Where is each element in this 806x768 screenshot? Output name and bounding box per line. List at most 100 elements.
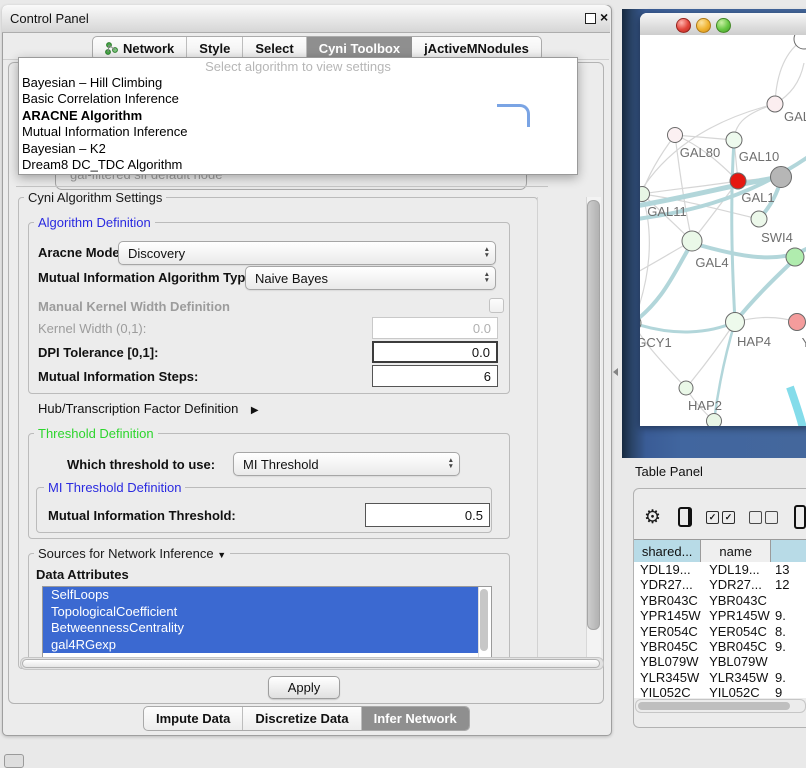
network-node[interactable] bbox=[707, 414, 722, 427]
deselect-all-columns-button[interactable] bbox=[749, 511, 778, 524]
column-header-shared-name[interactable]: shared... bbox=[634, 540, 701, 563]
table-horizontal-scrollbar[interactable] bbox=[635, 699, 806, 713]
which-threshold-combobox[interactable]: MI Threshold ▲▼ bbox=[233, 452, 460, 476]
docked-panel-icon[interactable] bbox=[4, 754, 24, 768]
network-node[interactable] bbox=[679, 381, 693, 395]
node-label: GAL80 bbox=[680, 145, 720, 160]
control-panel-titlebar[interactable] bbox=[2, 5, 610, 33]
gear-icon[interactable]: ⚙ bbox=[644, 506, 661, 529]
algorithm-option[interactable]: Basic Correlation Inference bbox=[19, 91, 577, 107]
mi-threshold-field[interactable]: 0.5 bbox=[365, 503, 490, 527]
cyni-settings-group-title: Cyni Algorithm Settings bbox=[24, 190, 166, 205]
close-icon[interactable]: × bbox=[600, 9, 608, 25]
table-row[interactable]: YBL079WYBL079W bbox=[634, 654, 806, 669]
mi-threshold-label: Mutual Information Threshold: bbox=[48, 508, 236, 523]
network-canvas[interactable]: GALGAL80GAL10GAL1GAL11SWI4GAL4GCY1HAP4YH… bbox=[640, 35, 806, 426]
network-node[interactable] bbox=[730, 173, 746, 189]
float-window-icon[interactable] bbox=[585, 13, 596, 24]
tab-impute-data[interactable]: Impute Data bbox=[144, 707, 243, 730]
table-horizontal-scrollbar-thumb[interactable] bbox=[638, 702, 790, 710]
table-row[interactable]: YER054CYER054C8. bbox=[634, 624, 806, 639]
algorithm-option[interactable]: Dream8 DC_TDC Algorithm bbox=[19, 157, 577, 173]
network-node[interactable] bbox=[771, 167, 792, 188]
cell-value: 12 bbox=[771, 577, 806, 592]
document-icon[interactable] bbox=[794, 505, 806, 529]
column-view-icon[interactable] bbox=[678, 507, 692, 527]
manual-kernel-checkbox[interactable] bbox=[489, 298, 504, 313]
algorithm-option[interactable]: Bayesian – K2 bbox=[19, 141, 577, 157]
attribute-list-scrollbar[interactable] bbox=[478, 587, 491, 657]
cell-value: 9 bbox=[771, 685, 806, 698]
dpi-tolerance-field[interactable]: 0.0 bbox=[372, 341, 498, 363]
node-label: SWI4 bbox=[761, 230, 793, 245]
minimize-traffic-light-icon[interactable] bbox=[696, 18, 711, 33]
network-node[interactable] bbox=[682, 231, 702, 251]
apply-button[interactable]: Apply bbox=[268, 676, 340, 699]
network-node[interactable] bbox=[726, 132, 742, 148]
network-window-titlebar[interactable] bbox=[640, 13, 806, 36]
settings-horizontal-scrollbar-thumb[interactable] bbox=[22, 659, 600, 668]
cell-value bbox=[771, 593, 806, 608]
cell-name: YBL079W bbox=[701, 654, 771, 669]
table-row[interactable]: YBR043CYBR043C bbox=[634, 593, 806, 608]
network-node[interactable] bbox=[789, 314, 806, 331]
algorithm-option-highlighted[interactable]: ARACNE Algorithm bbox=[19, 108, 577, 124]
close-traffic-light-icon[interactable] bbox=[676, 18, 691, 33]
cell-value: 9. bbox=[771, 670, 806, 685]
settings-vertical-scrollbar-thumb[interactable] bbox=[587, 200, 600, 630]
tab-impute-data-label: Impute Data bbox=[156, 711, 230, 726]
table-row[interactable]: YIL052CYIL052C9 bbox=[634, 685, 806, 698]
column-header-name[interactable]: name bbox=[701, 540, 771, 563]
table-row[interactable]: YLR345WYLR345W9. bbox=[634, 670, 806, 685]
attribute-item-selected[interactable]: BetweennessCentrality bbox=[43, 620, 478, 637]
tab-discretize-data-label: Discretize Data bbox=[255, 711, 348, 726]
table-row[interactable]: YBR045CYBR045C9. bbox=[634, 639, 806, 654]
kernel-width-field[interactable]: 0.0 bbox=[372, 317, 498, 339]
cell-name: YDR27... bbox=[701, 577, 771, 592]
screen: { "control_panel": { "title": "Control P… bbox=[0, 0, 806, 762]
algorithm-option[interactable]: Bayesian – Hill Climbing bbox=[19, 75, 577, 91]
tab-infer-network[interactable]: Infer Network bbox=[362, 707, 469, 730]
network-view-window[interactable]: GALGAL80GAL10GAL1GAL11SWI4GAL4GCY1HAP4YH… bbox=[640, 13, 806, 426]
hub-definition-expander[interactable]: Hub/Transcription Factor Definition ▶ bbox=[38, 400, 259, 418]
attribute-item-selected[interactable]: SelfLoops bbox=[43, 587, 478, 604]
column-header-partial[interactable] bbox=[771, 540, 806, 563]
panel-divider-arrow-icon[interactable] bbox=[613, 368, 618, 376]
table-row[interactable]: YDR27...YDR27...12 bbox=[634, 577, 806, 592]
cell-shared-name: YBR043C bbox=[634, 593, 701, 608]
focus-ring-fragment bbox=[497, 104, 530, 127]
cell-value: 8. bbox=[771, 624, 806, 639]
table-body: YDL19...YDL19...13 YDR27...YDR27...12 YB… bbox=[634, 562, 806, 698]
settings-horizontal-scrollbar[interactable] bbox=[20, 657, 604, 670]
network-node[interactable] bbox=[794, 35, 806, 49]
aracne-mode-combobox[interactable]: Discovery ▲▼ bbox=[118, 241, 496, 265]
group-divider bbox=[16, 186, 548, 187]
attribute-item-selected[interactable]: TopologicalCoefficient bbox=[43, 604, 478, 621]
cell-shared-name: YLR345W bbox=[634, 670, 701, 685]
network-node[interactable] bbox=[751, 211, 767, 227]
expand-right-icon: ▶ bbox=[251, 405, 259, 416]
node-label: GAL4 bbox=[695, 255, 728, 270]
network-node[interactable] bbox=[786, 248, 804, 266]
node-label: GAL11 bbox=[647, 204, 687, 219]
table-row[interactable]: YDL19...YDL19...13 bbox=[634, 562, 806, 577]
zoom-traffic-light-icon[interactable] bbox=[716, 18, 731, 33]
tab-discretize-data[interactable]: Discretize Data bbox=[243, 707, 361, 730]
cell-name: YPR145W bbox=[701, 608, 771, 623]
network-node[interactable] bbox=[767, 96, 783, 112]
mi-type-combobox[interactable]: Naive Bayes ▲▼ bbox=[245, 266, 496, 290]
table-panel-title: Table Panel bbox=[635, 464, 703, 479]
cell-shared-name: YDL19... bbox=[634, 562, 701, 577]
node-label: GAL bbox=[784, 109, 806, 124]
network-node[interactable] bbox=[668, 128, 683, 143]
select-all-columns-button[interactable]: ✓ ✓ bbox=[706, 511, 735, 524]
cell-name: YIL052C bbox=[701, 685, 771, 698]
dpi-tolerance-value: 0.0 bbox=[472, 345, 490, 360]
network-node[interactable] bbox=[726, 313, 745, 332]
sources-group-title[interactable]: Sources for Network Inference ▼ bbox=[34, 546, 230, 561]
algorithm-option[interactable]: Mutual Information Inference bbox=[19, 124, 577, 140]
mi-steps-field[interactable]: 6 bbox=[372, 365, 498, 387]
table-row[interactable]: YPR145WYPR145W9. bbox=[634, 608, 806, 623]
attribute-item-selected[interactable]: gal4RGexp bbox=[43, 637, 478, 654]
unchecked-box-icon bbox=[749, 511, 762, 524]
